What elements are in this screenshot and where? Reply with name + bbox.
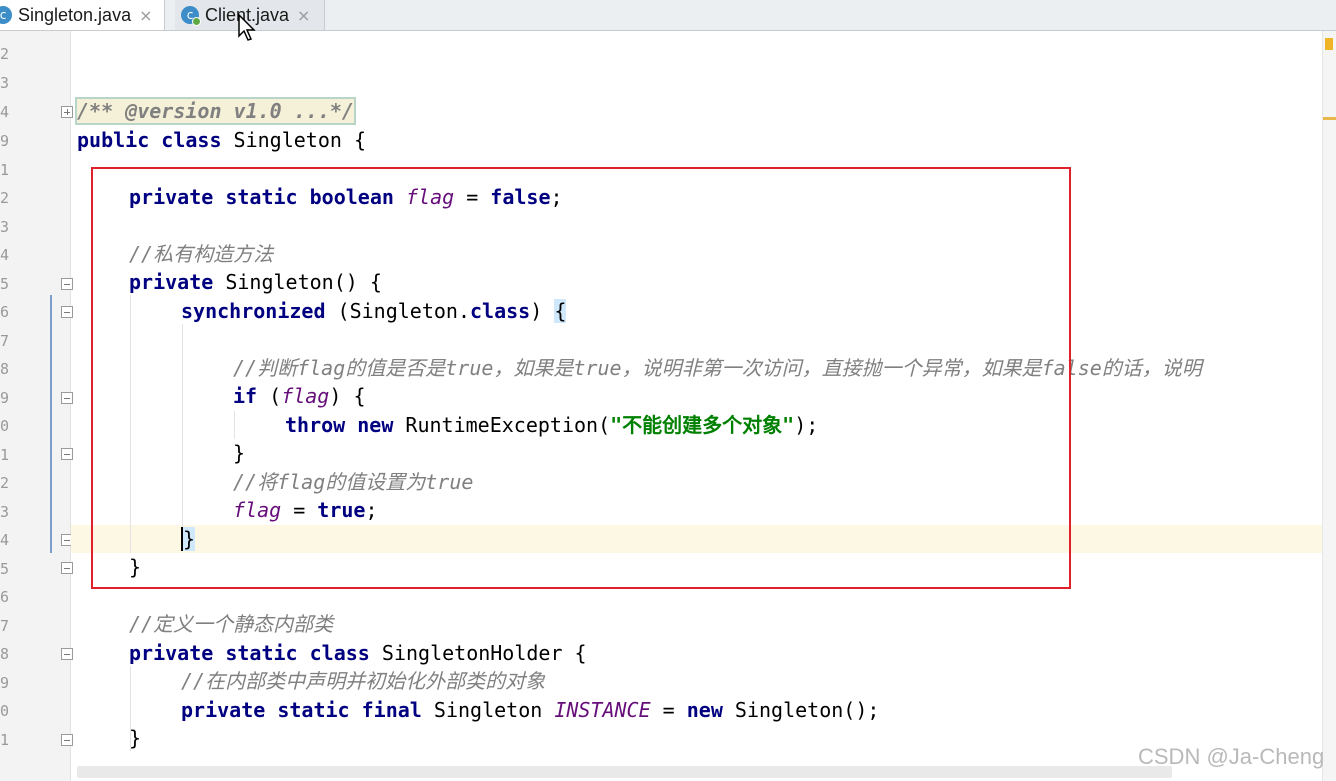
- line-number: 0: [0, 417, 10, 435]
- line-number: 1: [0, 161, 10, 179]
- horizontal-scrollbar[interactable]: [77, 766, 1172, 778]
- fold-collapse-icon[interactable]: [61, 448, 73, 460]
- fold-collapse-icon[interactable]: [61, 648, 73, 660]
- fold-collapse-icon[interactable]: [61, 392, 73, 404]
- code-line-doc-comment[interactable]: /** @version v1.0 ...*/: [75, 97, 356, 125]
- line-number: 6: [0, 588, 10, 606]
- keyword: final: [361, 698, 422, 722]
- java-class-icon: c: [181, 6, 201, 26]
- line-number: 1: [0, 731, 10, 749]
- close-icon[interactable]: ×: [297, 6, 310, 25]
- code-line-holder-decl[interactable]: private static class SingletonHolder {: [129, 639, 587, 667]
- code-line-class-decl[interactable]: public class Singleton {: [77, 126, 366, 154]
- line-number: 8: [0, 360, 10, 378]
- line-number: 7: [0, 617, 10, 635]
- line-number: 9: [0, 389, 10, 407]
- line-number: 9: [0, 674, 10, 692]
- fold-collapse-icon[interactable]: [61, 278, 73, 290]
- line-number: 2: [0, 189, 10, 207]
- line-number: 9: [0, 132, 10, 150]
- javadoc-comment: /** @version v1.0 ...*/: [75, 97, 356, 125]
- close-icon[interactable]: ×: [139, 6, 152, 25]
- line-number: 3: [0, 74, 10, 92]
- line-number: 2: [0, 474, 10, 492]
- line-number: 4: [0, 103, 10, 121]
- line-number: 3: [0, 503, 10, 521]
- java-class-icon: c: [0, 6, 12, 24]
- tab-singleton-java[interactable]: c Singleton.java ×: [0, 0, 165, 30]
- class-name: Singleton {: [221, 128, 367, 152]
- fold-collapse-icon[interactable]: [61, 306, 73, 318]
- vcs-change-bar[interactable]: [50, 295, 52, 553]
- constructor-call: Singleton();: [722, 698, 880, 722]
- error-stripe[interactable]: [1322, 31, 1336, 781]
- line-number: 7: [0, 332, 10, 350]
- line-number: 8: [0, 645, 10, 663]
- code-line-comment[interactable]: //在内部类中声明并初始化外部类的对象: [181, 667, 545, 695]
- keyword: private: [129, 641, 214, 665]
- line-gutter: 2 3 4 9 1 2 3 4 5 6 7 8 9 0 1 2 3 4 5 6 …: [0, 31, 73, 781]
- code-line-instance[interactable]: private static final Singleton INSTANCE …: [181, 696, 879, 724]
- keyword: class: [309, 641, 370, 665]
- fold-collapse-icon[interactable]: [61, 734, 73, 746]
- keyword: class: [161, 128, 222, 152]
- tab-label: Singleton.java: [18, 4, 132, 25]
- keyword: private: [181, 698, 266, 722]
- keyword: static: [225, 641, 298, 665]
- line-number: 2: [0, 45, 10, 63]
- line-number: 4: [0, 246, 10, 264]
- highlight-annotation-box: [91, 167, 1071, 589]
- line-number: 3: [0, 218, 10, 236]
- class-name: SingletonHolder {: [369, 641, 587, 665]
- operator: =: [650, 698, 687, 722]
- line-number: 5: [0, 560, 10, 578]
- editor-tab-bar: c Singleton.java × c Client.java ×: [0, 0, 1336, 41]
- field-name: INSTANCE: [554, 698, 651, 722]
- stripe-marker[interactable]: [1323, 117, 1336, 120]
- line-number: 0: [0, 702, 10, 720]
- code-line-close-brace[interactable]: }: [129, 724, 141, 752]
- keyword: new: [686, 698, 723, 722]
- watermark-text: CSDN @Ja-Cheng: [1138, 744, 1325, 769]
- fold-collapse-icon[interactable]: [61, 562, 73, 574]
- warning-indicator-icon[interactable]: [1325, 38, 1333, 50]
- code-line-comment[interactable]: //定义一个静态内部类: [129, 610, 333, 638]
- line-number: 6: [0, 303, 10, 321]
- keyword: static: [277, 698, 350, 722]
- line-number: 4: [0, 531, 10, 549]
- keyword: public: [77, 128, 150, 152]
- class-name: Singleton: [421, 698, 555, 722]
- line-number: 1: [0, 446, 10, 464]
- line-number: 5: [0, 275, 10, 293]
- fold-expand-icon[interactable]: [61, 106, 73, 118]
